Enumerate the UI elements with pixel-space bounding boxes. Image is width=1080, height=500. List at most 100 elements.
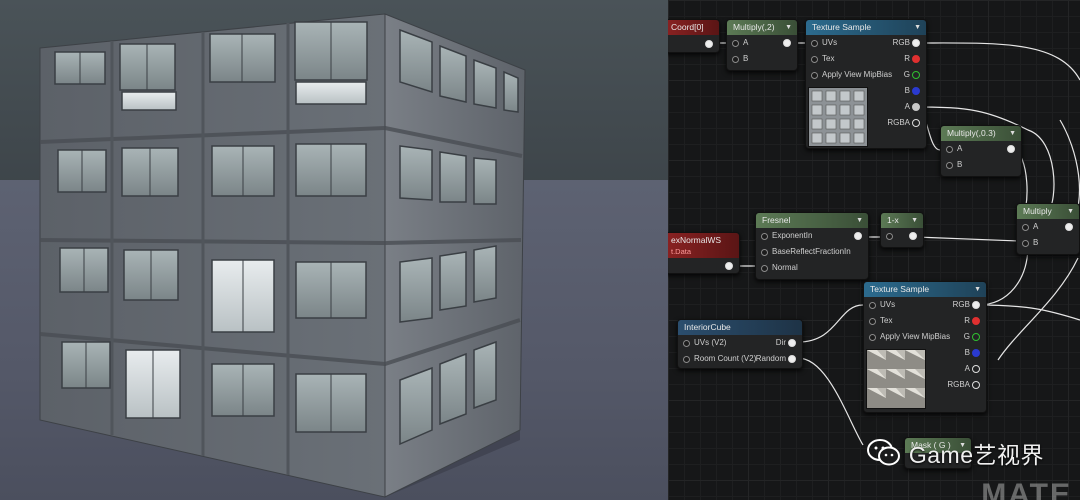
node-texture-sample-2[interactable]: Texture Sample ▼ UVs RGB Tex R Apply View …	[863, 281, 987, 413]
multiply-03-input-a-pin[interactable]	[946, 146, 953, 153]
fresnel-exponent-pin[interactable]	[761, 233, 768, 240]
texsample1-rgba-pin[interactable]	[912, 119, 920, 127]
texsample1-uvs-pin[interactable]	[811, 40, 818, 47]
multiply-input-b-pin[interactable]	[1022, 240, 1029, 247]
texsample2-mipbias-label: Apply View MipBias	[880, 332, 951, 341]
material-graph-editor[interactable]: Coord[0] Multiply(,2) ▼ A B Texture Samp…	[668, 0, 1080, 500]
node-vertex-normal-ws[interactable]: exNormalWS t.Data	[668, 232, 740, 274]
texsample2-b-pin[interactable]	[972, 349, 980, 357]
node-multiply-title: Multiply	[1023, 206, 1052, 216]
texsample1-g-pin[interactable]	[912, 71, 920, 79]
viewport-3d[interactable]	[0, 0, 668, 500]
chevron-down-icon[interactable]: ▼	[1009, 126, 1016, 141]
chevron-down-icon[interactable]: ▼	[785, 20, 792, 35]
texsample1-mipbias-label: Apply View MipBias	[822, 70, 893, 79]
node-vertex-normal-title: exNormalWS	[671, 235, 722, 245]
node-texture-sample-2-title: Texture Sample	[870, 284, 930, 294]
texsample2-b-label: B	[964, 348, 970, 357]
texsample2-tex-pin[interactable]	[869, 318, 876, 325]
one-minus-input-pin[interactable]	[886, 233, 893, 240]
texsample1-g-label: G	[903, 70, 910, 79]
texsample1-a-label: A	[904, 102, 910, 111]
texsample2-rgba-label: RGBA	[947, 380, 970, 389]
node-one-minus-title: 1-x	[887, 215, 899, 225]
multiply-03-input-b-pin[interactable]	[946, 162, 953, 169]
texsample2-rgb-pin[interactable]	[972, 301, 980, 309]
fresnel-normal-pin[interactable]	[761, 265, 768, 272]
multiply-2-output-pin[interactable]	[783, 39, 791, 47]
chevron-down-icon[interactable]: ▼	[911, 213, 918, 228]
texsample2-mipbias-pin[interactable]	[869, 334, 876, 341]
texsample2-g-pin[interactable]	[972, 333, 980, 341]
fresnel-output-pin[interactable]	[854, 232, 862, 240]
multiply-input-a-pin[interactable]	[1022, 224, 1029, 231]
texsample1-b-label: B	[904, 86, 910, 95]
texsample1-r-label: R	[904, 54, 910, 63]
fresnel-normal-label: Normal	[772, 263, 798, 272]
one-minus-output-pin[interactable]	[909, 232, 917, 240]
texsample2-tex-label: Tex	[880, 316, 893, 325]
node-multiply-2-title: Multiply(,2)	[733, 22, 775, 32]
chevron-down-icon[interactable]: ▼	[974, 282, 981, 297]
interiorcube-roomcount-label: Room Count (V2)	[694, 354, 757, 363]
interiorcube-uvs-pin[interactable]	[683, 340, 690, 347]
multiply-2-input-b-label: B	[743, 54, 749, 63]
texsample1-rgb-pin[interactable]	[912, 39, 920, 47]
texcoord-output-pin[interactable]	[705, 40, 713, 48]
texsample1-tex-label: Tex	[822, 54, 835, 63]
interiorcube-uvs-label: UVs (V2)	[694, 338, 727, 347]
texsample2-rgba-pin[interactable]	[972, 381, 980, 389]
texsample2-r-label: R	[964, 316, 970, 325]
texsample1-rgba-label: RGBA	[887, 118, 910, 127]
texture-preview-facade	[808, 87, 868, 147]
node-multiply-03-title: Multiply(,0.3)	[947, 128, 996, 138]
fresnel-exponent-label: ExponentIn	[772, 231, 813, 240]
texsample2-a-pin[interactable]	[972, 365, 980, 373]
node-texcoord[interactable]: Coord[0]	[668, 19, 720, 53]
node-one-minus[interactable]: 1-x ▼	[880, 212, 924, 248]
interiorcube-random-label: Random	[755, 354, 786, 363]
texsample2-uvs-pin[interactable]	[869, 302, 876, 309]
texsample1-tex-pin[interactable]	[811, 56, 818, 63]
chevron-down-icon[interactable]: ▼	[914, 20, 921, 35]
multiply-input-b-label: B	[1033, 238, 1039, 247]
node-interior-cube[interactable]: InteriorCube UVs (V2) Dir Room Count (V2)…	[677, 319, 803, 369]
building-cube-mesh	[39, 13, 526, 498]
interiorcube-random-pin[interactable]	[788, 355, 796, 363]
vertex-normal-output-pin[interactable]	[725, 262, 733, 270]
fresnel-basereflect-pin[interactable]	[761, 249, 768, 256]
texsample2-a-label: A	[964, 364, 970, 373]
texsample1-mipbias-pin[interactable]	[811, 72, 818, 79]
chevron-down-icon[interactable]: ▼	[1067, 204, 1074, 219]
node-texture-sample-1-title: Texture Sample	[812, 22, 872, 32]
texsample2-g-label: G	[963, 332, 970, 341]
wechat-icon	[866, 439, 900, 466]
node-fresnel-title: Fresnel	[762, 215, 791, 225]
multiply-03-output-pin[interactable]	[1007, 145, 1015, 153]
multiply-2-input-a-label: A	[743, 38, 749, 47]
watermark: Game艺视界	[866, 436, 1044, 470]
multiply-2-input-a-pin[interactable]	[732, 40, 739, 47]
texsample1-b-pin[interactable]	[912, 87, 920, 95]
node-fresnel[interactable]: Fresnel ▼ ExponentIn BaseReflectFraction…	[755, 212, 869, 280]
texture-preview-interior	[866, 349, 926, 409]
texsample2-r-pin[interactable]	[972, 317, 980, 325]
interiorcube-roomcount-pin[interactable]	[683, 356, 690, 363]
multiply-output-pin[interactable]	[1065, 223, 1073, 231]
chevron-down-icon[interactable]: ▼	[856, 213, 863, 228]
node-vertex-normal-subtitle: t.Data	[671, 247, 692, 256]
multiply-03-input-b-label: B	[957, 160, 963, 169]
multiply-03-input-a-label: A	[957, 144, 963, 153]
fresnel-basereflect-label: BaseReflectFractionIn	[772, 247, 851, 256]
interiorcube-dir-pin[interactable]	[788, 339, 796, 347]
node-multiply[interactable]: Multiply ▼ A B	[1016, 203, 1080, 255]
multiply-2-input-b-pin[interactable]	[732, 56, 739, 63]
texsample1-r-pin[interactable]	[912, 55, 920, 63]
interiorcube-dir-label: Dir	[775, 338, 786, 347]
texsample1-a-pin[interactable]	[912, 103, 920, 111]
multiply-input-a-label: A	[1033, 222, 1039, 231]
node-multiply-2[interactable]: Multiply(,2) ▼ A B	[726, 19, 798, 71]
node-interior-cube-title: InteriorCube	[678, 320, 802, 335]
node-texture-sample-1[interactable]: Texture Sample ▼ UVs RGB Tex R Apply View …	[805, 19, 927, 149]
node-multiply-03[interactable]: Multiply(,0.3) ▼ A B	[940, 125, 1022, 177]
